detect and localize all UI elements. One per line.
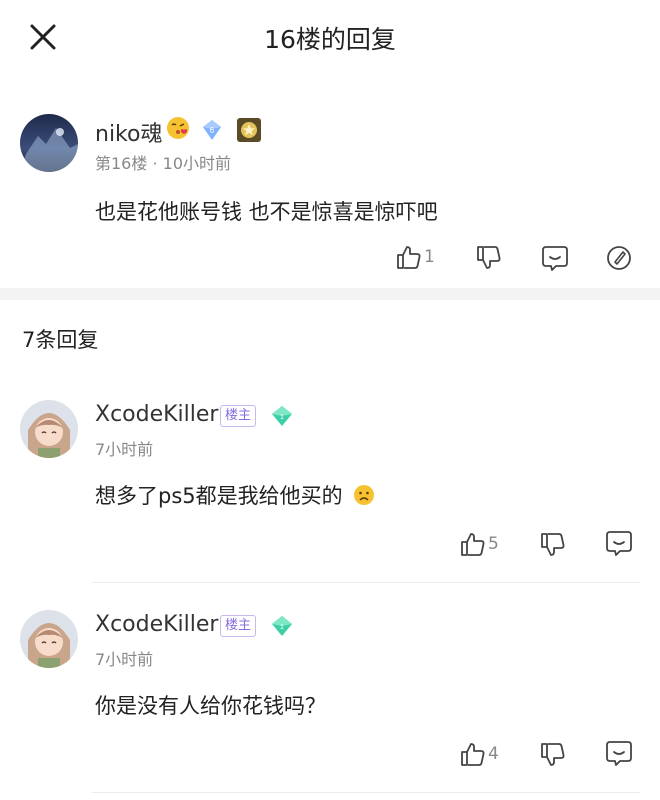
reply-time: 7小时前 (95, 650, 154, 669)
username[interactable]: niko魂 (95, 116, 162, 148)
edit-icon[interactable] (604, 243, 634, 277)
page-title: 16楼的回复 (264, 25, 396, 54)
avatar[interactable] (20, 610, 78, 668)
replies-count: 7条回复 (22, 328, 99, 352)
floor-label: 第16楼 · 10小时前 (95, 154, 232, 173)
like-count: 5 (488, 534, 499, 554)
owner-badge: 楼主 (220, 615, 257, 637)
section-divider (0, 288, 660, 300)
thumbs-down-icon[interactable] (538, 531, 566, 563)
like-button[interactable]: 5 (458, 530, 499, 558)
comment-icon[interactable] (604, 738, 634, 772)
kiss-emoji-icon (166, 116, 190, 140)
thumbs-up-icon (397, 246, 421, 269)
like-count: 1 (424, 247, 435, 267)
thumbs-down-icon[interactable] (474, 244, 502, 276)
thumbs-up-icon (461, 743, 485, 766)
avatar[interactable] (20, 400, 78, 458)
svg-text:1: 1 (280, 624, 284, 631)
medal-icon (236, 117, 262, 143)
gem-badge-icon: 1 (270, 614, 294, 642)
reply-content: 想多了ps5都是我给他买的 (95, 480, 375, 511)
reply-divider (92, 582, 640, 583)
thumbs-down-icon[interactable] (538, 741, 566, 773)
level-badge: 6 (200, 118, 224, 142)
avatar[interactable] (20, 114, 78, 172)
post-content: 也是花他账号钱 也不是惊喜是惊吓吧 (95, 200, 438, 224)
comment-icon[interactable] (540, 243, 570, 277)
gem-badge-icon: 1 (270, 404, 294, 432)
username[interactable]: XcodeKiller (95, 402, 218, 427)
thumbs-up-icon (461, 533, 485, 556)
reply-time: 7小时前 (95, 440, 154, 459)
like-button[interactable]: 4 (458, 740, 499, 768)
reply-divider (92, 792, 640, 793)
reply-content: 你是没有人给你花钱吗？ (95, 694, 326, 718)
owner-badge: 楼主 (220, 405, 257, 427)
username[interactable]: XcodeKiller (95, 612, 218, 637)
comment-icon[interactable] (604, 528, 634, 562)
worried-emoji-icon (353, 484, 375, 511)
like-button[interactable]: 1 (394, 243, 435, 271)
like-count: 4 (488, 744, 499, 764)
header-bar: 16楼的回复 (0, 0, 660, 76)
svg-text:1: 1 (280, 414, 284, 421)
svg-text:6: 6 (210, 126, 215, 135)
